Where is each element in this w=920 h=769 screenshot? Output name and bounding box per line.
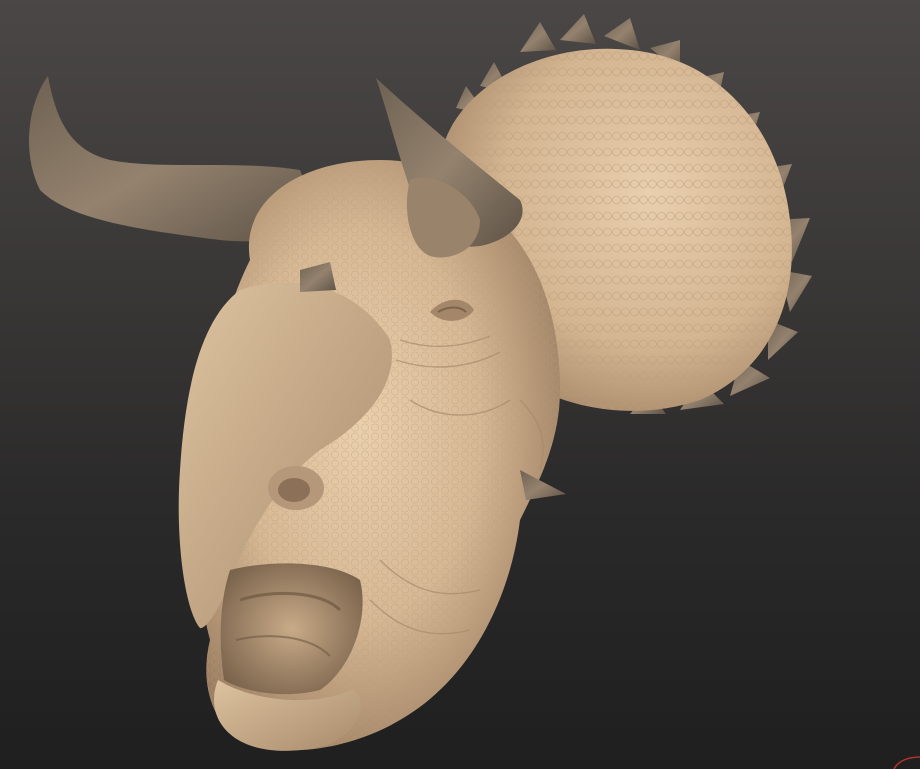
jugal-horn	[520, 470, 566, 500]
sculpt-viewport[interactable]	[0, 0, 920, 769]
axis-corner-icon	[893, 756, 920, 769]
triceratops-head-model[interactable]	[0, 0, 920, 769]
nostril-opening	[278, 478, 310, 502]
